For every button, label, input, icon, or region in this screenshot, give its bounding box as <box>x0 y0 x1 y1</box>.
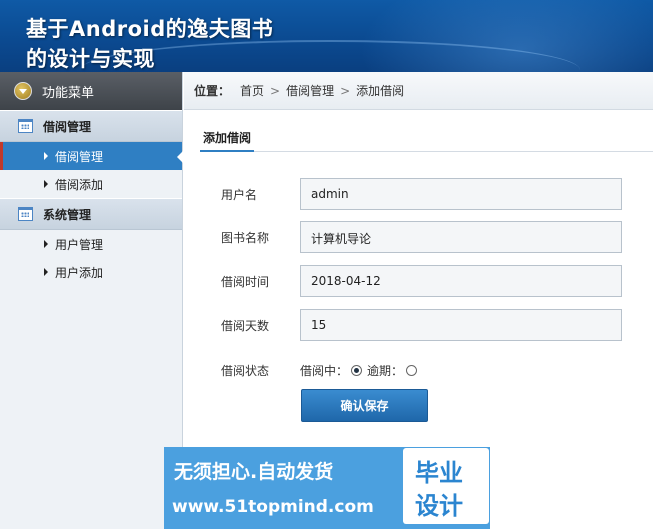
breadcrumb-separator: > <box>340 83 351 98</box>
sidebar-item-user-add[interactable]: 用户添加 <box>0 258 182 286</box>
breadcrumb-current: 添加借阅 <box>356 84 405 98</box>
form-row-status: 借阅状态 借阅中： 逾期： <box>200 360 630 380</box>
calendar-icon <box>18 119 33 133</box>
form-row-book-name: 图书名称 计算机导论 <box>200 221 630 253</box>
breadcrumb-label: 位置： <box>194 84 231 98</box>
calendar-icon <box>18 207 33 221</box>
sidebar-item-borrow-add[interactable]: 借阅添加 <box>0 170 182 198</box>
menu-header[interactable]: 功能菜单 <box>0 72 182 110</box>
triangle-right-icon <box>44 240 48 248</box>
status-options: 借阅中： 逾期： <box>300 362 422 379</box>
username-label: 用户名 <box>221 188 258 202</box>
borrow-date-label: 借阅时间 <box>221 275 270 289</box>
sidebar-item-label: 用户添加 <box>55 265 104 280</box>
breadcrumb-separator: > <box>270 83 281 98</box>
breadcrumb-home[interactable]: 首页 <box>240 82 264 99</box>
triangle-right-icon <box>44 152 48 160</box>
menu-title: 功能菜单 <box>42 85 95 101</box>
breadcrumb: 位置： 首页 > 借阅管理 > 添加借阅 <box>184 72 653 110</box>
form-row-borrow-days: 借阅天数 15 <box>200 309 630 341</box>
status-radio-borrowing[interactable] <box>351 365 363 376</box>
sidebar-item-label: 借阅管理 <box>55 149 104 164</box>
book-name-field[interactable]: 计算机导论 <box>300 221 622 253</box>
watermark-badge: 毕业 设计 <box>403 448 489 524</box>
borrow-date-field[interactable]: 2018-04-12 <box>300 265 622 297</box>
watermark-banner: 无须担心.自动发货 www.51topmind.com 毕业 设计 <box>164 447 490 529</box>
borrow-days-label: 借阅天数 <box>221 319 270 333</box>
app-header: 基于Android的逸夫图书 的设计与实现 <box>0 0 653 72</box>
sidebar-item-label: 用户管理 <box>55 237 104 252</box>
triangle-right-icon <box>44 268 48 276</box>
tab-add-borrow[interactable]: 添加借阅 <box>200 124 255 152</box>
sidebar-item-label: 借阅添加 <box>55 177 104 192</box>
sidebar-item-borrow-manage[interactable]: 借阅管理 <box>0 142 183 170</box>
username-field[interactable]: admin <box>300 178 622 210</box>
app-title-line1: 基于Android的逸夫图书 <box>26 17 274 41</box>
sidebar-group-system[interactable]: 系统管理 <box>0 198 182 230</box>
sidebar-group-label: 系统管理 <box>43 207 92 222</box>
breadcrumb-borrow-manage[interactable]: 借阅管理 <box>286 82 334 99</box>
status-option-borrowing-label: 借阅中： <box>300 364 349 378</box>
sidebar-item-user-manage[interactable]: 用户管理 <box>0 230 182 258</box>
book-name-label: 图书名称 <box>221 231 270 245</box>
watermark-slogan: 无须担心.自动发货 <box>174 461 334 483</box>
triangle-right-icon <box>44 180 48 188</box>
confirm-save-button[interactable]: 确认保存 <box>301 389 428 422</box>
watermark-badge-line2: 设计 <box>415 492 463 520</box>
status-option-overdue-label: 逾期： <box>367 364 404 378</box>
menu-toggle-icon <box>14 82 32 100</box>
watermark-url: www.51topmind.com <box>172 497 374 517</box>
form-row-username: 用户名 admin <box>200 178 630 210</box>
sidebar-group-borrow[interactable]: 借阅管理 <box>0 110 182 142</box>
sidebar: 功能菜单 借阅管理 借阅管理 借阅添加 系统管理 用户管理 用户添加 <box>0 72 183 529</box>
status-radio-overdue[interactable] <box>406 365 418 376</box>
tab-bar: 添加借阅 <box>200 124 653 152</box>
status-label: 借阅状态 <box>221 364 270 378</box>
form-row-borrow-date: 借阅时间 2018-04-12 <box>200 265 630 297</box>
app-title-line2: 的设计与实现 <box>26 47 155 71</box>
borrow-days-field[interactable]: 15 <box>300 309 622 341</box>
watermark-badge-line1: 毕业 <box>415 459 463 487</box>
sidebar-group-label: 借阅管理 <box>43 119 92 134</box>
